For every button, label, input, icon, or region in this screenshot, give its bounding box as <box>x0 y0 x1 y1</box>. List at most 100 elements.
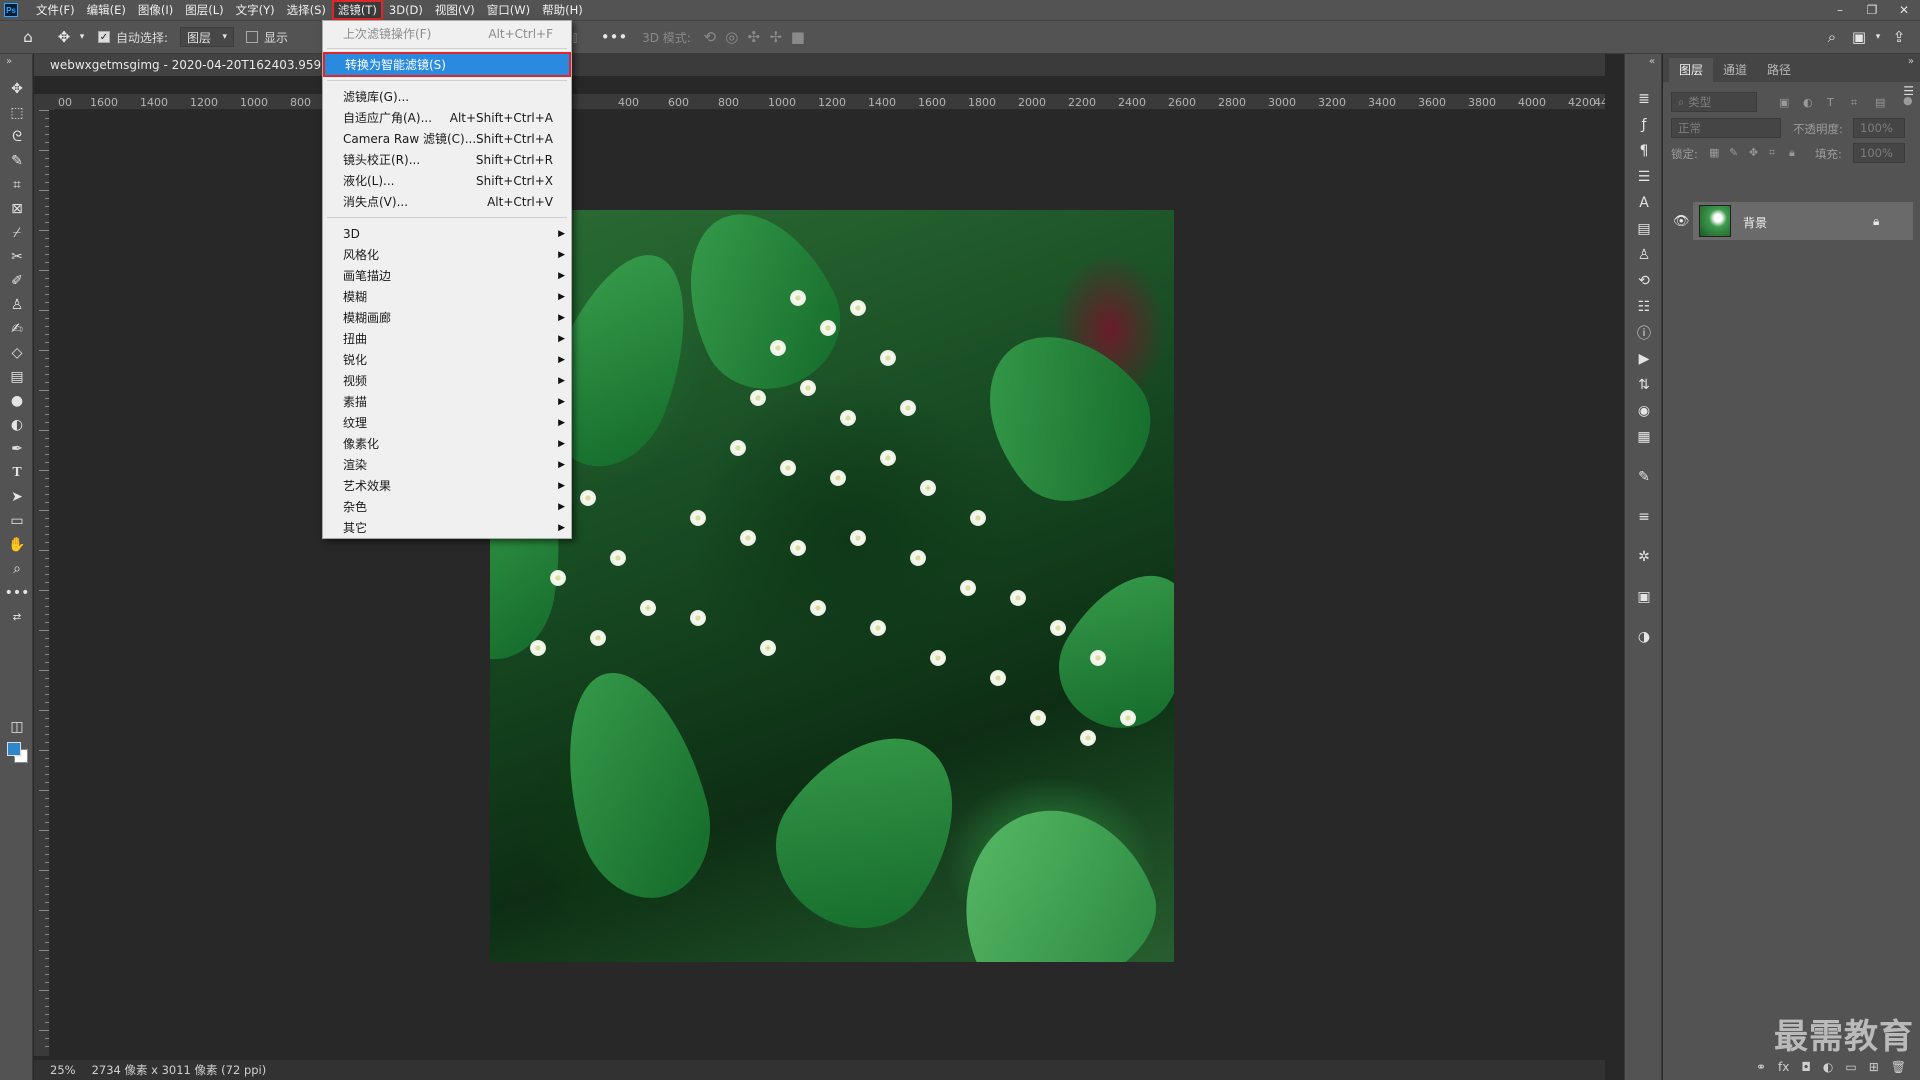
character-panel-icon[interactable]: A <box>1633 192 1655 214</box>
show-transform-checkbox[interactable] <box>246 31 259 43</box>
patterns-icon[interactable]: ◑ <box>1633 626 1655 648</box>
visibility-eye-icon[interactable]: 👁︎ <box>1673 214 1690 229</box>
layer-lock-icon[interactable]: 🔒︎ <box>1873 214 1879 229</box>
filter-menu-item-artistic[interactable]: 艺术效果 ▶ <box>323 475 571 496</box>
layer-filter-dropdown[interactable]: ⌕ 类型 <box>1671 92 1757 112</box>
swap-colors-icon[interactable]: ⇄ <box>6 606 28 628</box>
workspace-icon[interactable]: ▣ <box>1846 22 1872 52</box>
home-icon[interactable]: ⌂ <box>8 22 48 52</box>
filter-menu-item-vanishing-point[interactable]: 消失点(V)... Alt+Ctrl+V <box>323 191 571 212</box>
lasso-tool-icon[interactable]: ᘓ <box>6 126 28 148</box>
menu-layer[interactable]: 图层(L) <box>179 0 229 20</box>
actions-icon[interactable]: ▶ <box>1633 348 1655 370</box>
filter-menu-item-liquify[interactable]: 液化(L)... Shift+Ctrl+X <box>323 170 571 191</box>
filter-menu-item-sketch[interactable]: 素描 ▶ <box>323 391 571 412</box>
share-icon[interactable]: ⇪ <box>1884 22 1914 52</box>
zoom-level[interactable]: 25% <box>50 1060 76 1080</box>
eraser-tool-icon[interactable]: ◇ <box>6 342 28 364</box>
tab-layers[interactable]: 图层 <box>1669 58 1714 82</box>
filter-menu-item-noise[interactable]: 杂色 ▶ <box>323 496 571 517</box>
document-image[interactable] <box>490 210 1174 962</box>
filter-menu-item-filter-gallery[interactable]: 滤镜库(G)... <box>323 86 571 107</box>
document-info[interactable]: 2734 像素 x 3011 像素 (72 ppi) <box>92 1060 267 1080</box>
info-icon[interactable]: ⓘ <box>1633 322 1655 344</box>
auto-select-target-dropdown[interactable]: 图层 ▾ <box>180 27 235 47</box>
minimize-button[interactable]: – <box>1824 0 1856 20</box>
move-tool-icon[interactable]: ✥ <box>52 22 76 52</box>
blur-tool-icon[interactable]: ● <box>6 390 28 412</box>
history-icon[interactable]: ⟲ <box>1633 270 1655 292</box>
hand-tool-icon[interactable]: ✋ <box>6 534 28 556</box>
move-tool-icon[interactable]: ✥ <box>6 78 28 100</box>
paragraph-panel-icon[interactable]: ¶ <box>1633 140 1655 162</box>
brush-tool-icon[interactable]: ✐ <box>6 270 28 292</box>
filter-smart-icon[interactable]: ▤ <box>1875 96 1885 109</box>
filter-adjustment-icon[interactable]: ◐ <box>1803 96 1813 109</box>
gradient-tool-icon[interactable]: ▤ <box>6 366 28 388</box>
delete-layer-icon[interactable]: 🗑︎ <box>1891 1060 1906 1074</box>
lock-position-icon[interactable]: ✥ <box>1749 146 1758 159</box>
eyedropper-tool-icon[interactable]: ⌿ <box>6 222 28 244</box>
frame-tool-icon[interactable]: ⊠ <box>6 198 28 220</box>
layer-name[interactable]: 背景 <box>1743 214 1767 231</box>
filter-type-icon[interactable]: T <box>1827 96 1834 109</box>
link-layers-icon[interactable]: ⚭ <box>1756 1060 1766 1074</box>
lock-image-icon[interactable]: ✎ <box>1729 146 1738 159</box>
healing-brush-tool-icon[interactable]: ✂ <box>6 246 28 268</box>
3d-rotate-icon[interactable]: ⟲ <box>699 22 721 52</box>
close-button[interactable]: ✕ <box>1888 0 1920 20</box>
menu-view[interactable]: 视图(V) <box>429 0 481 20</box>
history-panel-icon[interactable]: ≣ <box>1633 88 1655 110</box>
filter-menu-item-other[interactable]: 其它 ▶ <box>323 517 571 538</box>
zoom-tool-icon[interactable]: ⌕ <box>6 558 28 580</box>
blend-mode-dropdown[interactable]: 正常 <box>1671 118 1781 138</box>
chevron-down-icon[interactable]: ▾ <box>1872 22 1884 52</box>
auto-select-checkbox[interactable]: ✓ <box>98 31 110 43</box>
3d-roll-icon[interactable]: ◎ <box>721 22 743 52</box>
3d-slide-icon[interactable]: ✢ <box>765 22 787 52</box>
3d-pan-icon[interactable]: ✣ <box>743 22 765 52</box>
new-layer-icon[interactable]: ⊞ <box>1869 1060 1879 1074</box>
3d-camera-icon[interactable]: ■ <box>787 22 809 52</box>
styles-panel-icon[interactable]: ƒ <box>1633 114 1655 136</box>
collapse-icon[interactable]: » <box>6 56 12 67</box>
filter-menu-item-blur[interactable]: 模糊 ▶ <box>323 286 571 307</box>
more-tools-icon[interactable]: ••• <box>5 582 30 604</box>
color-icon[interactable]: ◉ <box>1633 400 1655 422</box>
filter-menu-item-sharpen[interactable]: 锐化 ▶ <box>323 349 571 370</box>
menu-image[interactable]: 图像(I) <box>132 0 179 20</box>
filter-menu-item-render[interactable]: 渲染 ▶ <box>323 454 571 475</box>
rectangle-tool-icon[interactable]: ▭ <box>6 510 28 532</box>
type-tool-icon[interactable]: T <box>6 462 28 484</box>
filter-menu-item-video[interactable]: 视频 ▶ <box>323 370 571 391</box>
menu-select[interactable]: 选择(S) <box>281 0 332 20</box>
libraries-icon[interactable]: ☷ <box>1633 296 1655 318</box>
filter-menu-item-lens-correction[interactable]: 镜头校正(R)... Shift+Ctrl+R <box>323 149 571 170</box>
filter-toggle-icon[interactable]: ● <box>1903 94 1913 107</box>
lock-all-icon[interactable]: 🔒︎ <box>1789 146 1795 160</box>
add-mask-icon[interactable]: ◘ <box>1801 1060 1811 1074</box>
menu-3d[interactable]: 3D(D) <box>383 0 429 20</box>
menu-edit[interactable]: 编辑(E) <box>81 0 132 20</box>
menu-window[interactable]: 窗口(W) <box>481 0 536 20</box>
filter-menu-item-pixelate[interactable]: 像素化 ▶ <box>323 433 571 454</box>
properties-panel-icon[interactable]: ▤ <box>1633 218 1655 240</box>
clone-source-icon[interactable]: ♙ <box>1633 244 1655 266</box>
filter-menu-item-convert-smart-filter[interactable]: 转换为智能滤镜(S) <box>323 52 571 77</box>
adjustment-layer-icon[interactable]: ◐ <box>1823 1060 1833 1074</box>
document-tab[interactable]: webwxgetmsgimg - 2020-04-20T162403.959.j… <box>34 54 334 76</box>
lock-artboard-icon[interactable]: ⌗ <box>1769 146 1775 160</box>
layer-thumbnail[interactable] <box>1699 205 1731 237</box>
new-group-icon[interactable]: ▭ <box>1845 1060 1856 1074</box>
brush-settings-icon[interactable]: ✲ <box>1633 546 1655 568</box>
history-brush-tool-icon[interactable]: ✍ <box>6 318 28 340</box>
pen-tool-icon[interactable]: ✒ <box>6 438 28 460</box>
filter-menu-item-distort[interactable]: 扭曲 ▶ <box>323 328 571 349</box>
menu-file[interactable]: 文件(F) <box>30 0 81 20</box>
search-icon[interactable]: ⌕ <box>1818 22 1846 52</box>
opacity-input[interactable]: 100% <box>1853 118 1905 138</box>
measurement-icon[interactable]: ≡ <box>1633 506 1655 528</box>
menu-type[interactable]: 文字(Y) <box>230 0 281 20</box>
tab-paths[interactable]: 路径 <box>1757 58 1801 82</box>
glyphs-icon[interactable]: ▣ <box>1633 586 1655 608</box>
